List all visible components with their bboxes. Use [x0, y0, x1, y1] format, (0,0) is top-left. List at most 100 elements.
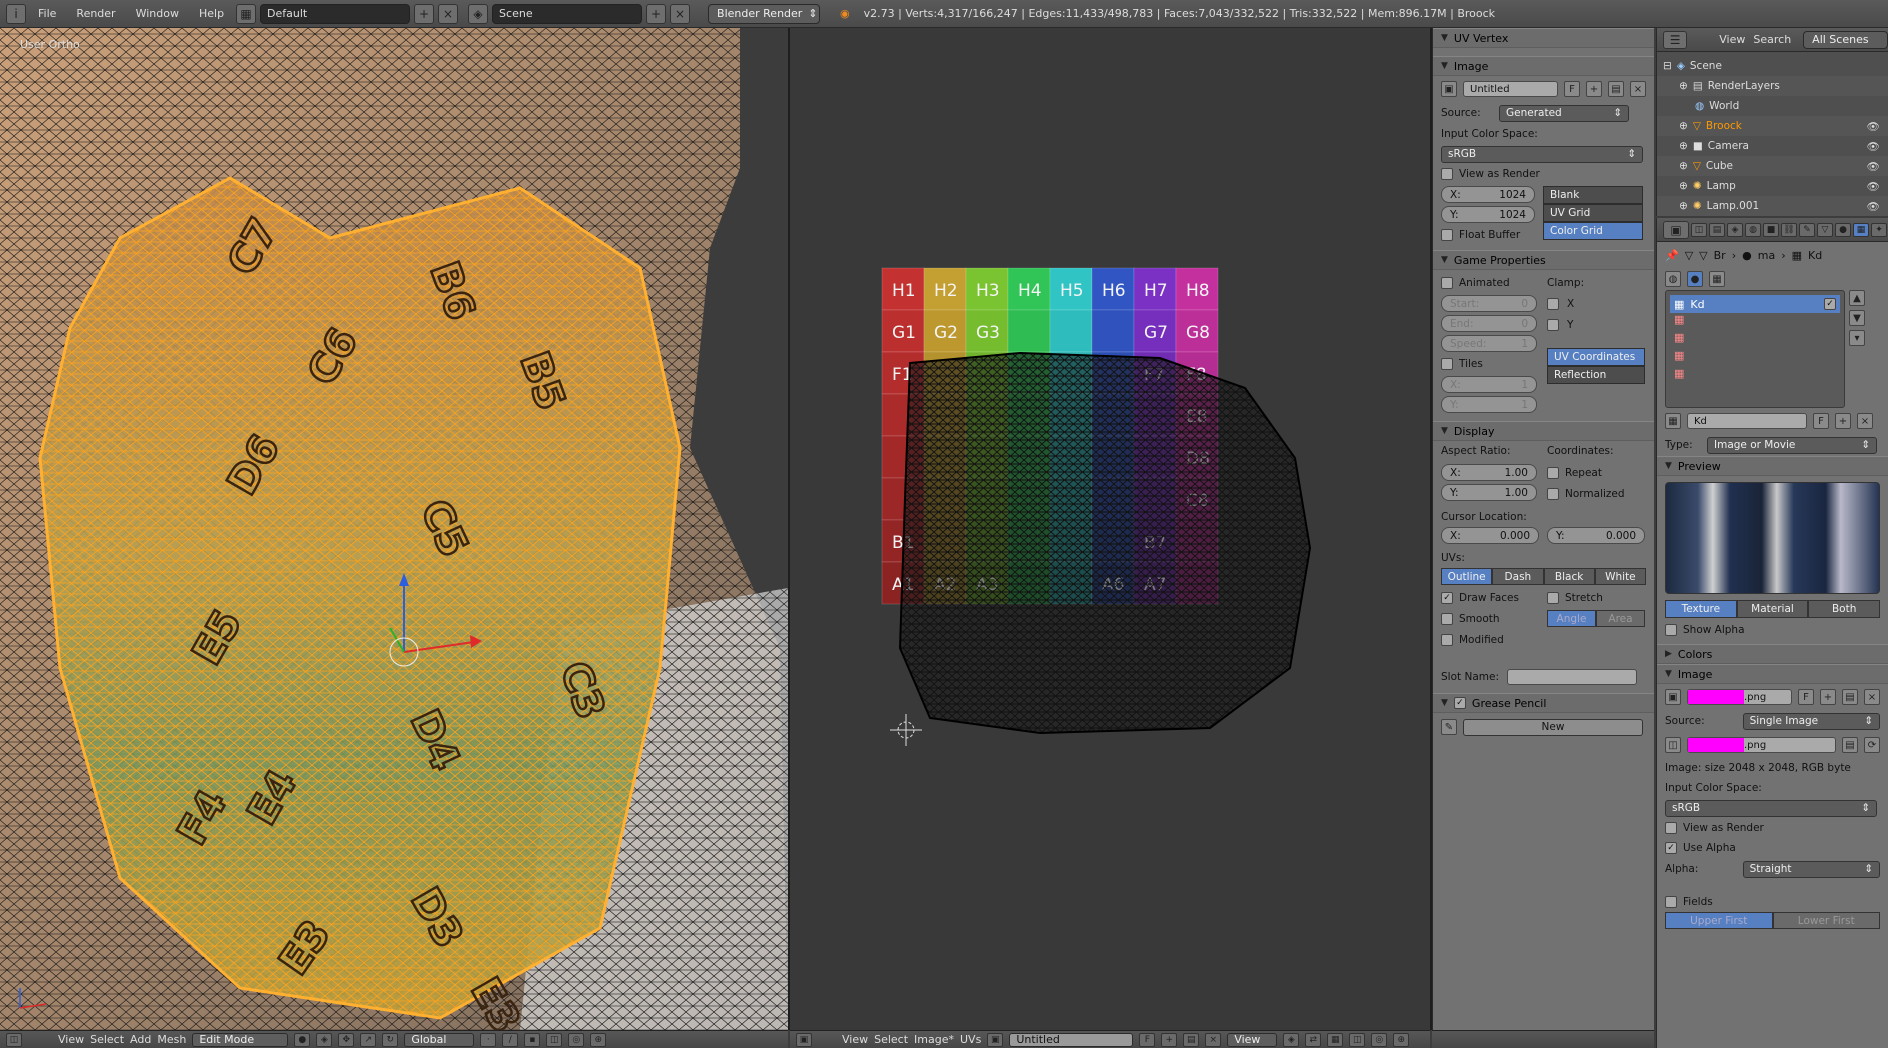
slot-specials-icon[interactable]: ▾ — [1849, 330, 1865, 346]
new-image-icon[interactable]: + — [1161, 1032, 1178, 1047]
preview-texture-tab[interactable]: Texture — [1665, 600, 1737, 618]
view-as-render-checkbox[interactable] — [1665, 822, 1677, 834]
unlink-image-icon[interactable]: × — [1205, 1032, 1222, 1047]
uv-image-name[interactable]: Untitled — [1009, 1032, 1134, 1047]
view-as-render-checkbox[interactable] — [1441, 168, 1453, 180]
field-lower-first[interactable]: Lower First — [1772, 912, 1880, 929]
add-scene-icon[interactable]: + — [646, 3, 667, 24]
image-name-field[interactable]: Untitled — [1463, 81, 1558, 97]
sticky-select-icon[interactable]: ◫ — [1349, 1032, 1366, 1047]
add-layout-icon[interactable]: + — [414, 3, 435, 24]
data-tab-icon[interactable]: ▽ — [1817, 222, 1833, 237]
world-tab-icon[interactable]: ◍ — [1745, 222, 1761, 237]
render-tab-icon[interactable]: ◫ — [1691, 222, 1707, 237]
texture-tab-icon[interactable]: ▦ — [1853, 222, 1869, 237]
preview-material-tab[interactable]: Material — [1736, 600, 1809, 618]
mapping-uv-coordinates[interactable]: UV Coordinates — [1547, 348, 1645, 366]
pin-icon[interactable]: 📌 — [1665, 249, 1679, 262]
scene-icon[interactable]: ◈ — [468, 3, 489, 24]
mode-dropdown[interactable]: Edit Mode — [192, 1032, 289, 1047]
uv-canvas[interactable]: H1H2H3H4H5H6H7H8G1G2G3G7G8F1F7F8E8D8C8B1… — [790, 28, 1430, 1030]
outliner-item[interactable]: ⊕ ▤ RenderLayers — [1657, 76, 1888, 96]
material-tab-icon[interactable]: ● — [1835, 222, 1851, 237]
menu-select[interactable]: Select — [90, 1033, 124, 1046]
snap-icon[interactable]: ⊕ — [1393, 1032, 1410, 1047]
vertex-select-icon[interactable]: · — [480, 1032, 497, 1047]
proportional-icon[interactable]: ◎ — [568, 1032, 585, 1047]
properties-editor-icon[interactable]: ▣ — [1663, 220, 1689, 239]
clamp-x-checkbox[interactable] — [1547, 298, 1559, 310]
visibility-eye-icon[interactable]: 👁 — [1867, 140, 1880, 153]
proportional-icon[interactable]: ◎ — [1371, 1032, 1388, 1047]
snap-icon[interactable]: ⊕ — [590, 1032, 607, 1047]
texture-type-dropdown[interactable]: Image or Movie ⇕ — [1707, 436, 1877, 454]
preview-both-tab[interactable]: Both — [1808, 600, 1881, 618]
new-grease-pencil-button[interactable]: New — [1463, 718, 1643, 736]
move-slot-down-icon[interactable]: ▼ — [1849, 310, 1865, 326]
translate-icon[interactable]: ↗ — [360, 1032, 377, 1047]
tiles-y-field[interactable]: Y: 1 — [1441, 396, 1537, 413]
3d-viewport[interactable]: C7 B6 C6 B5 D6 C5 E5 D4 C3 E4 F4 D3 E3 E… — [0, 28, 788, 1030]
cursor-x-field[interactable]: X: 0.000 — [1441, 527, 1539, 544]
outliner-menu-view[interactable]: View — [1719, 33, 1745, 46]
new-image-icon[interactable]: + — [1586, 81, 1602, 97]
image-browse-icon[interactable]: ▣ — [1441, 81, 1457, 97]
panel-display[interactable]: ▼ Display — [1433, 421, 1654, 441]
object-tab-icon[interactable]: ■ — [1763, 222, 1779, 237]
normalized-checkbox[interactable] — [1547, 488, 1559, 500]
menu-render[interactable]: Render — [68, 7, 123, 20]
slot-enabled-checkbox[interactable]: ✓ — [1824, 298, 1836, 310]
unlink-image-icon[interactable]: × — [1630, 81, 1646, 97]
panel-image-props[interactable]: ▼ Image — [1657, 664, 1888, 684]
outliner-menu-search[interactable]: Search — [1753, 33, 1791, 46]
end-field[interactable]: End: 0 — [1441, 315, 1537, 332]
color-space-dropdown[interactable]: sRGB ⇕ — [1441, 145, 1643, 163]
sync-selection-icon[interactable]: ⇄ — [1305, 1032, 1322, 1047]
layout-field[interactable]: Default — [260, 3, 411, 24]
width-field[interactable]: X: 1024 — [1441, 186, 1535, 203]
uv-mode-black[interactable]: Black — [1543, 568, 1595, 585]
show-alpha-checkbox[interactable] — [1665, 624, 1677, 636]
height-field[interactable]: Y: 1024 — [1441, 206, 1535, 223]
pencil-icon[interactable]: ✎ — [1441, 719, 1457, 735]
modifiers-tab-icon[interactable]: ✎ — [1799, 222, 1815, 237]
texture-slot[interactable]: ▦ Kd ✓ — [1670, 295, 1840, 313]
open-image-icon[interactable]: ▤ — [1842, 689, 1858, 705]
constraints-tab-icon[interactable]: ⛓ — [1781, 222, 1797, 237]
panel-uv-vertex[interactable]: ▼ UV Vertex — [1433, 28, 1654, 48]
start-field[interactable]: Start: 0 — [1441, 295, 1537, 312]
layout-icon[interactable]: ▦ — [236, 3, 257, 24]
select-mode-icon[interactable]: ▦ — [1327, 1032, 1344, 1047]
uv-menu-view[interactable]: View — [842, 1033, 868, 1046]
fields-checkbox[interactable] — [1665, 896, 1677, 908]
occlude-icon[interactable]: ◫ — [546, 1032, 563, 1047]
empty-texture-slot[interactable]: ▦ — [1670, 331, 1840, 349]
fake-user-button[interactable]: F — [1564, 81, 1580, 97]
float-buffer-checkbox[interactable] — [1441, 229, 1453, 241]
menu-view[interactable]: View — [58, 1033, 84, 1046]
tiles-x-field[interactable]: X: 1 — [1441, 376, 1537, 393]
outliner-item[interactable]: ⊟ ◈ Scene — [1657, 56, 1888, 76]
outliner-item[interactable]: ⊕ ✺ Lamp.001 👁 — [1657, 196, 1888, 216]
stretch-checkbox[interactable] — [1547, 592, 1559, 604]
panel-game-properties[interactable]: ▼ Game Properties — [1433, 250, 1654, 270]
visibility-eye-icon[interactable]: 👁 — [1867, 120, 1880, 133]
panel-image[interactable]: ▼ Image — [1433, 56, 1654, 76]
smooth-checkbox[interactable] — [1441, 613, 1453, 625]
alpha-mode-dropdown[interactable]: Straight ⇕ — [1742, 860, 1880, 878]
viewport-shading-icon[interactable]: ● — [294, 1032, 311, 1047]
repeat-checkbox[interactable] — [1547, 467, 1559, 479]
viewport-canvas[interactable]: C7 B6 C6 B5 D6 C5 E5 D4 C3 E4 F4 D3 E3 E… — [0, 28, 788, 1030]
render-layers-tab-icon[interactable]: ▤ — [1709, 222, 1725, 237]
image-source-dropdown[interactable]: Single Image ⇕ — [1742, 712, 1880, 730]
open-image-icon[interactable]: ▤ — [1183, 1032, 1200, 1047]
3d-view-editor-icon[interactable]: ◫ — [6, 1032, 22, 1047]
render-engine-dropdown[interactable]: Blender Render ⇕ — [708, 3, 821, 24]
empty-texture-slot[interactable]: ▦ — [1670, 349, 1840, 367]
image-filepath-field[interactable]: .png — [1687, 737, 1836, 753]
menu-window[interactable]: Window — [128, 7, 187, 20]
image-color-space-dropdown[interactable]: sRGB ⇕ — [1665, 799, 1877, 817]
uv-menu-select[interactable]: Select — [874, 1033, 908, 1046]
world-texture-icon[interactable]: ◍ — [1665, 271, 1681, 287]
other-texture-icon[interactable]: ▦ — [1709, 271, 1725, 287]
